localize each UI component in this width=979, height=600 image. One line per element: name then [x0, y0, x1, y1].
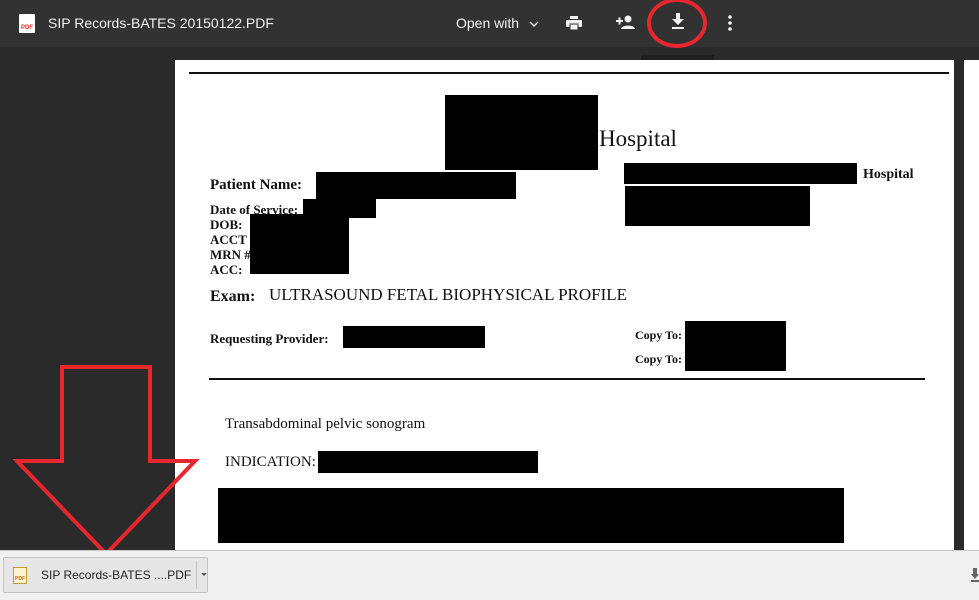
chevron-down-icon: [529, 21, 539, 28]
download-item[interactable]: PDF SIP Records-BATES ....PDF: [3, 557, 208, 593]
procedure-text: Transabdominal pelvic sonogram: [225, 416, 426, 432]
indication-label: INDICATION:: [225, 454, 316, 470]
file-title: SIP Records-BATES 20150122.PDF: [48, 15, 274, 31]
pdf-viewer-toolbar: PDF SIP Records-BATES 20150122.PDF Open …: [0, 0, 979, 47]
add-person-icon[interactable]: [616, 15, 636, 29]
hospital-label-right: Hospital: [863, 167, 914, 182]
redaction-block: [624, 163, 857, 184]
requesting-provider-label: Requesting Provider:: [210, 331, 329, 346]
dob-label: DOB:: [210, 217, 243, 232]
download-highlight-circle: [647, 0, 707, 48]
top-rule: [189, 72, 949, 74]
redaction-block: [316, 172, 516, 199]
redaction-block: [445, 95, 598, 170]
scrollbar[interactable]: [964, 60, 979, 550]
download-item-label: SIP Records-BATES ....PDF: [41, 568, 192, 582]
download-menu-chevron-icon[interactable]: [200, 569, 208, 579]
copy-to-label: Copy To:: [635, 352, 683, 366]
download-item-divider: [196, 561, 197, 589]
acct-label: ACCT: [210, 232, 247, 247]
redaction-block: [318, 451, 538, 473]
copy-to-label: Copy To:: [635, 328, 683, 342]
pdf-file-icon-text: PDF: [15, 576, 25, 582]
patient-name-label: Patient Name:: [210, 177, 303, 193]
redaction-block: [625, 186, 810, 226]
acc-label: ACC:: [210, 262, 243, 277]
section-rule: [209, 378, 925, 380]
redaction-block: [250, 214, 349, 274]
pdf-page: Hospital Patient Name: Hospital Date of …: [175, 60, 954, 550]
redaction-block: [343, 326, 485, 348]
pdf-file-icon: PDF: [19, 14, 35, 33]
download-shelf: PDF SIP Records-BATES ....PDF: [0, 550, 979, 600]
pdf-file-icon: PDF: [13, 567, 27, 584]
mrn-label: MRN #: [210, 247, 251, 262]
exam-value: ULTRASOUND FETAL BIOPHYSICAL PROFILE: [269, 285, 628, 304]
print-icon[interactable]: [566, 16, 582, 30]
more-vert-icon[interactable]: [728, 15, 732, 31]
show-all-downloads-icon[interactable]: [971, 568, 979, 582]
annotation-arrow-down-icon: [12, 365, 200, 557]
open-with-label: Open with: [456, 15, 520, 31]
open-with-button[interactable]: Open with: [456, 15, 539, 31]
exam-label: Exam:: [210, 288, 256, 305]
pdf-file-icon-text: PDF: [21, 25, 33, 31]
redaction-block: [685, 321, 786, 371]
hospital-title: Hospital: [599, 126, 677, 151]
redaction-block: [218, 488, 844, 543]
